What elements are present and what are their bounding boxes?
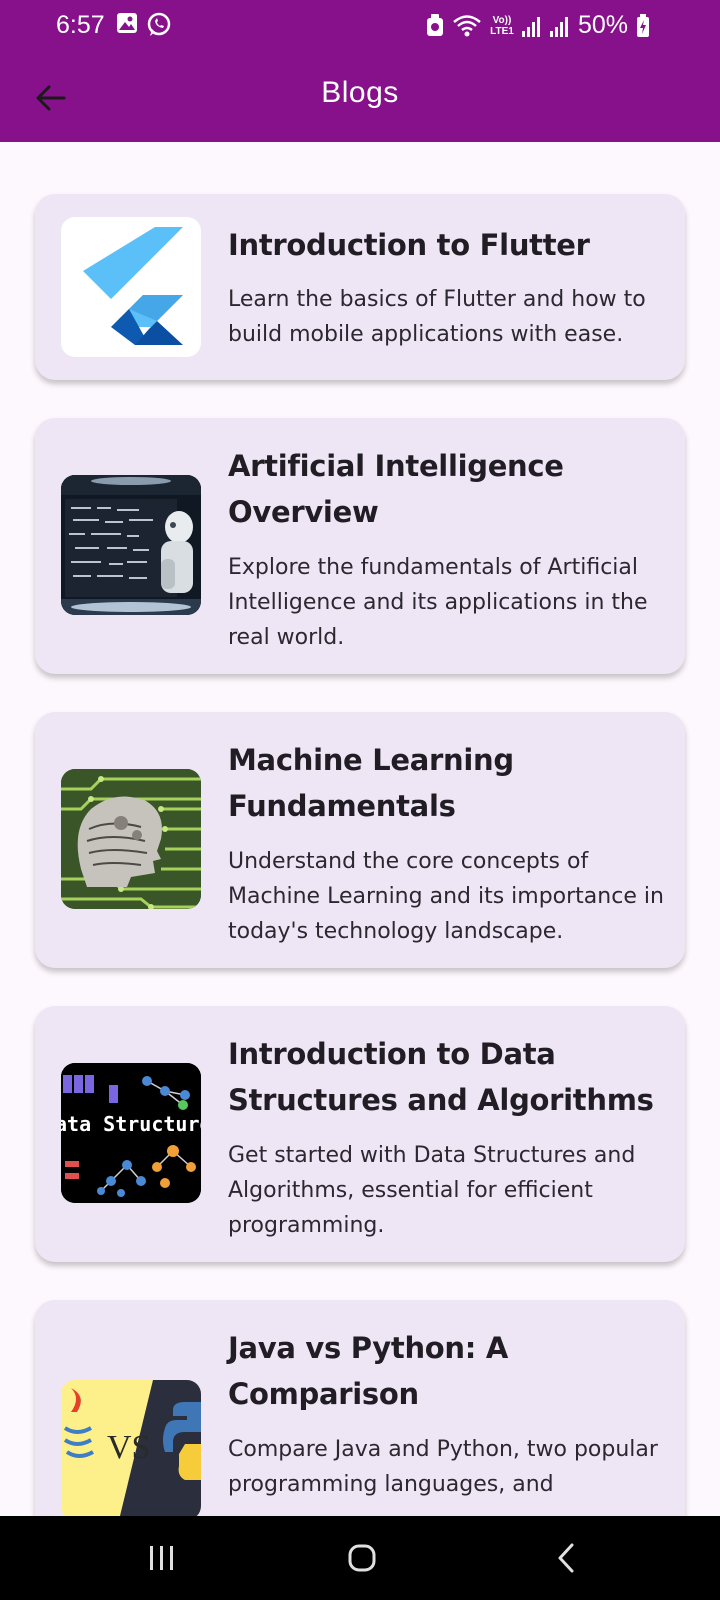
thumb-label: ata Structure xyxy=(61,1112,201,1136)
blog-title: Machine Learning Fundamentals xyxy=(228,743,514,823)
java-vs-python-image: VS xyxy=(61,1380,201,1516)
battery-icon xyxy=(637,13,649,37)
status-bar: 6:57 Vo)) LTE1 50% xyxy=(0,0,720,52)
whatsapp-icon xyxy=(147,12,171,36)
blog-card[interactable]: ata Structure Introduction to Data Struc… xyxy=(35,1006,685,1262)
data-structures-image: ata Structure xyxy=(61,1063,201,1203)
recent-apps-icon xyxy=(150,1546,173,1570)
alarm-icon xyxy=(426,13,443,36)
signal-icon xyxy=(549,16,568,37)
image-icon xyxy=(117,13,137,33)
ml-circuit-head-image xyxy=(61,769,201,909)
home-icon xyxy=(348,1544,376,1572)
page-title: Blogs xyxy=(321,76,399,109)
status-time: 6:57 xyxy=(56,11,105,39)
signal-icon xyxy=(521,16,540,37)
blog-title: Introduction to Data Structures and Algo… xyxy=(228,1037,654,1117)
wifi-icon xyxy=(453,14,481,36)
blog-description: Get started with Data Structures and Alg… xyxy=(228,1143,636,1238)
blog-card[interactable]: VS Java vs Python: A Comparison Compare … xyxy=(35,1300,685,1516)
blog-card[interactable]: Machine Learning Fundamentals Understand… xyxy=(35,712,685,968)
home-button[interactable] xyxy=(332,1536,392,1580)
volte-icon: Vo)) LTE1 xyxy=(490,14,514,37)
nav-back-button[interactable] xyxy=(536,1536,596,1580)
blog-title: Artificial Intelligence Overview xyxy=(228,449,564,529)
back-icon xyxy=(558,1543,574,1573)
ai-robot-image xyxy=(61,475,201,615)
blog-list: Introduction to Flutter Learn the basics… xyxy=(0,142,720,1516)
blog-title: Java vs Python: A Comparison xyxy=(228,1331,509,1411)
blog-description: Compare Java and Python, two popular pro… xyxy=(228,1437,658,1497)
blog-title: Introduction to Flutter xyxy=(228,228,590,262)
blog-card[interactable]: Introduction to Flutter Learn the basics… xyxy=(35,194,685,380)
app-bar: Blogs xyxy=(0,52,720,142)
thumb-label: VS xyxy=(107,1429,150,1466)
recent-apps-button[interactable] xyxy=(132,1536,192,1580)
blog-description: Learn the basics of Flutter and how to b… xyxy=(228,287,646,347)
battery-text: 50% xyxy=(577,11,628,39)
flutter-logo xyxy=(61,217,201,357)
blog-card[interactable]: Artificial Intelligence Overview Explore… xyxy=(35,418,685,674)
blog-description: Explore the fundamentals of Artificial I… xyxy=(228,555,648,650)
navigation-bar xyxy=(0,1516,720,1600)
blog-description: Understand the core concepts of Machine … xyxy=(228,849,664,944)
